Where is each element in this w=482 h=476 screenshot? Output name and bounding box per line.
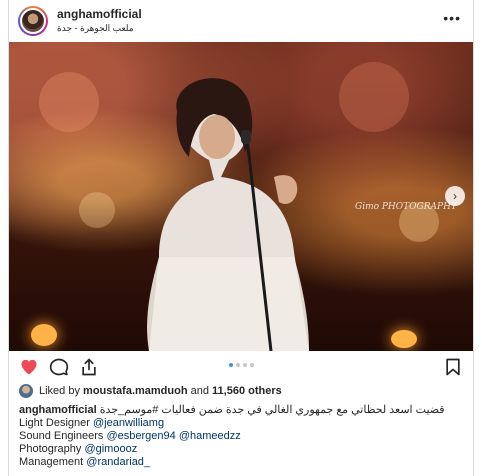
more-options-icon[interactable]: ••• <box>443 10 461 26</box>
carousel-dot <box>242 363 247 367</box>
carousel-dot <box>235 363 240 367</box>
liker-username[interactable]: moustafa.mamduoh <box>83 385 188 397</box>
likes-middle: and <box>190 385 209 397</box>
carousel-dot <box>228 363 233 367</box>
carousel-dot <box>249 363 254 367</box>
likes-summary: Liked by moustafa.mamduoh and 11,560 oth… <box>19 383 282 399</box>
post-photo[interactable]: Gimo PHOTOGRAPHY › <box>9 42 473 351</box>
caption-arabic-text: قضيت اسعد لحظاتي مع جمهوري الغالي في جدة… <box>99 404 445 416</box>
credit-line: Management @randariad_ <box>19 456 465 469</box>
like-heart-icon[interactable] <box>19 357 39 377</box>
post-caption: anghamofficial قضيت اسعد لحظاتي مع جمهور… <box>19 404 465 469</box>
credit-handle[interactable]: @esbergen94 <box>106 430 175 442</box>
singer-figure <box>147 78 309 351</box>
credit-line: Sound Engineers @esbergen94 @hameedzz <box>19 430 465 443</box>
credit-role: Sound Engineers <box>19 430 104 442</box>
profile-avatar[interactable] <box>18 6 48 36</box>
credit-handle[interactable]: @gimoooz <box>84 443 137 455</box>
caption-username[interactable]: anghamofficial <box>19 404 97 416</box>
carousel-indicator <box>9 363 473 367</box>
instagram-post: anghamofficial ملعب الجوهرة - جدة ••• Gi… <box>8 0 474 476</box>
post-username[interactable]: anghamofficial <box>57 7 142 21</box>
post-actions <box>9 351 473 383</box>
credit-handle[interactable]: @randariad_ <box>86 456 150 468</box>
credit-handle[interactable]: @jeanwilliamg <box>93 417 164 429</box>
credit-role: Photography <box>19 443 82 455</box>
caption-first-line: anghamofficial قضيت اسعد لحظاتي مع جمهور… <box>19 404 465 417</box>
credit-line: Light Designer @jeanwilliamg <box>19 417 465 430</box>
next-photo-button[interactable]: › <box>445 186 465 206</box>
likes-prefix: Liked by <box>39 385 80 397</box>
save-bookmark-icon[interactable] <box>443 357 463 377</box>
share-icon[interactable] <box>79 357 99 377</box>
liker-avatar[interactable] <box>19 384 33 398</box>
photo-watermark: Gimo PHOTOGRAPHY <box>355 202 457 212</box>
credit-role: Light Designer <box>19 417 90 429</box>
post-location[interactable]: ملعب الجوهرة - جدة <box>57 23 134 34</box>
credit-line: Photography @gimoooz <box>19 443 465 456</box>
post-header: anghamofficial ملعب الجوهرة - جدة ••• <box>9 0 473 42</box>
comment-icon[interactable] <box>49 357 69 377</box>
credit-role: Management <box>19 456 84 468</box>
likes-count[interactable]: 11,560 others <box>212 385 282 397</box>
credit-handle[interactable]: @hameedzz <box>179 430 241 442</box>
